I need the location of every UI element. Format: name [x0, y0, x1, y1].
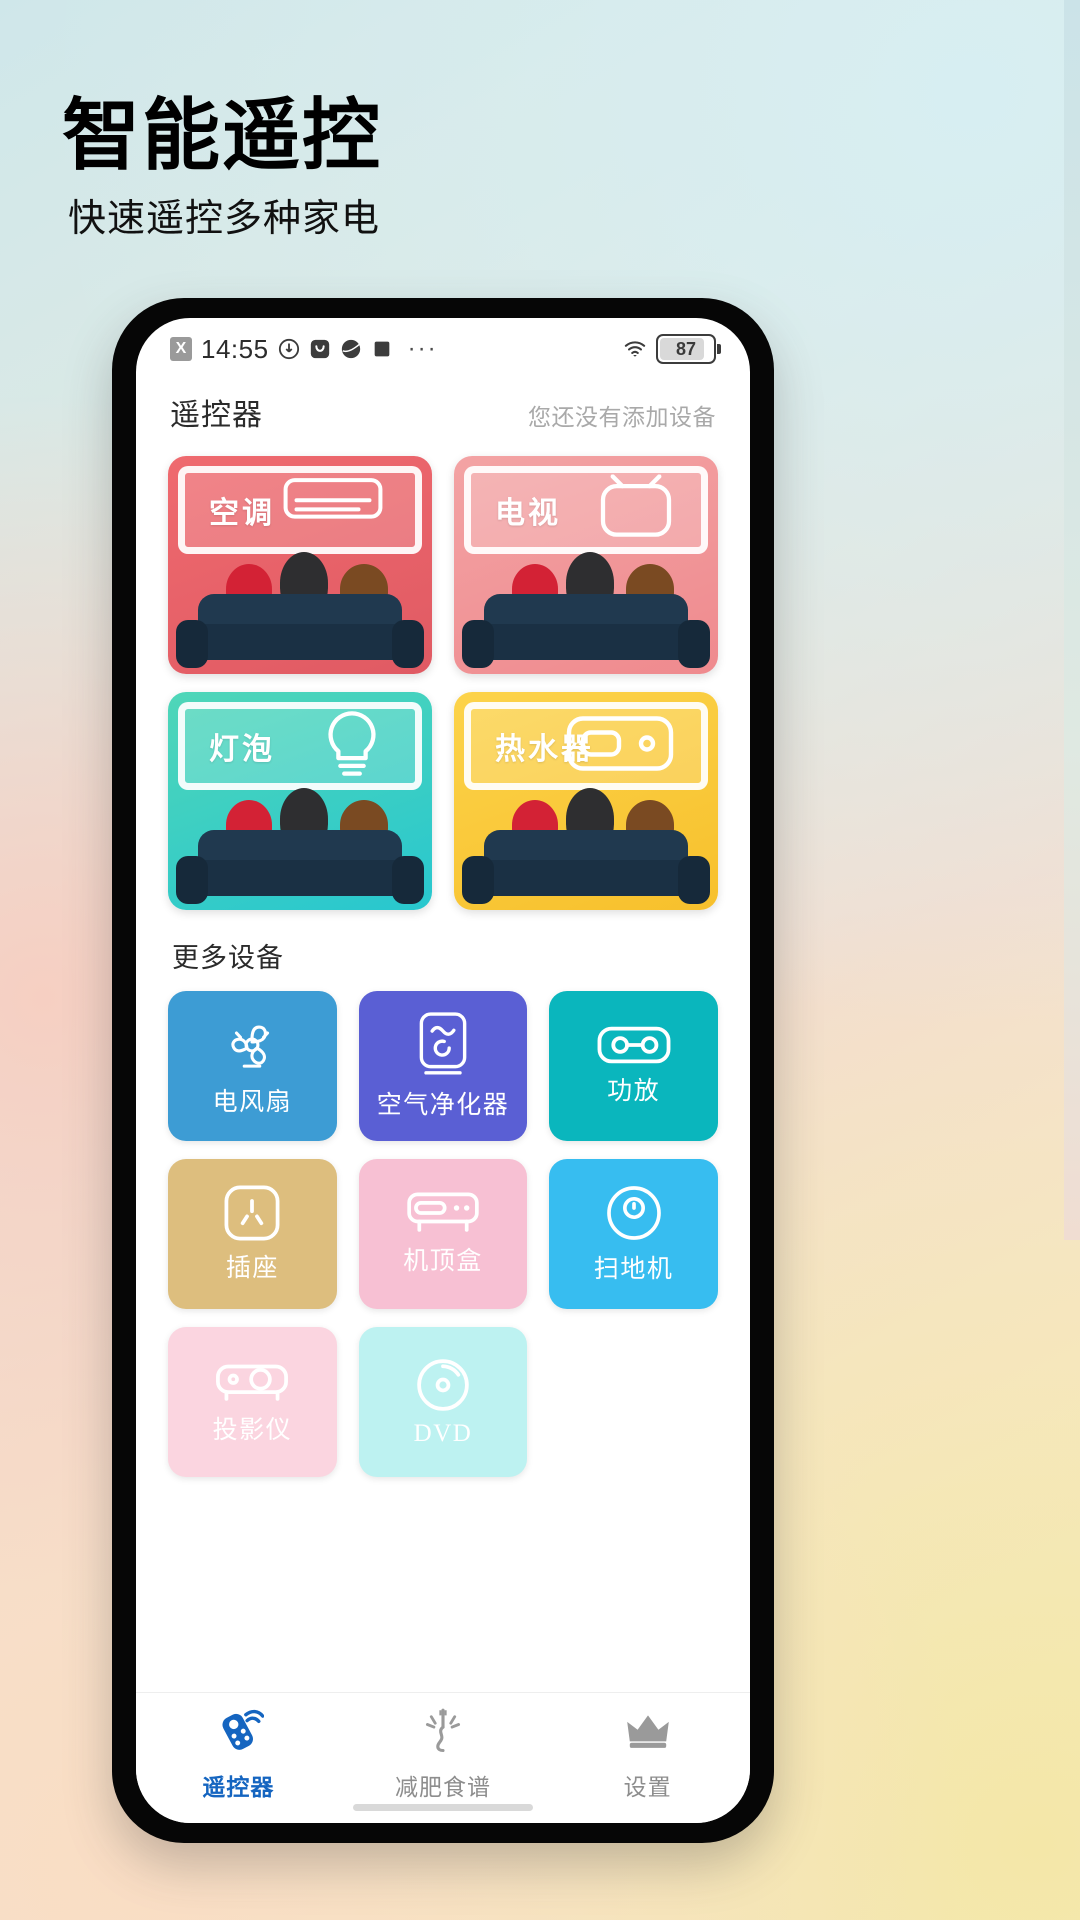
projector-icon	[214, 1358, 290, 1404]
globe-icon	[341, 339, 360, 359]
featured-device-card[interactable]: 热水器	[454, 692, 718, 910]
battery-icon: 87	[656, 334, 721, 364]
device-card-label: DVD	[413, 1420, 473, 1447]
more-devices-title: 更多设备	[172, 943, 284, 973]
sofa-illustration	[462, 788, 710, 906]
phone-mockup: X 14:55 ··· 87 遥控器 您还没有添加设备 空调 电视 灯泡 热水器…	[112, 298, 774, 1843]
tab-label: 遥控器	[202, 1774, 275, 1800]
device-card[interactable]: 电风扇	[168, 991, 337, 1141]
battery-percent: 87	[675, 338, 697, 359]
scroll-content: 空调 电视 灯泡 热水器 更多设备 电风扇 空气净化器 功放 插座 机顶盒 扫地…	[136, 434, 750, 1692]
robot-vacuum-icon	[604, 1183, 664, 1243]
water-heater-icon	[565, 715, 675, 778]
device-card[interactable]: 功放	[549, 991, 718, 1141]
tab-remote-control[interactable]: 遥控器	[136, 1705, 341, 1802]
more-device-grid: 电风扇 空气净化器 功放 插座 机顶盒 扫地机 投影仪 DVD	[168, 991, 718, 1477]
promo-headline: 智能遥控 快速遥控多种家电	[62, 96, 762, 238]
square-icon	[374, 341, 389, 357]
featured-device-card[interactable]: 灯泡	[168, 692, 432, 910]
device-card[interactable]: 空气净化器	[358, 991, 528, 1141]
sim-x-icon: X	[170, 337, 192, 361]
featured-device-label: 空调	[209, 497, 275, 530]
remote-control-icon	[212, 1705, 265, 1762]
home-indicator	[353, 1804, 533, 1811]
power-socket-icon	[223, 1184, 281, 1242]
diet-recipe-icon	[417, 1705, 469, 1762]
crown-settings-icon	[622, 1705, 674, 1762]
air-purifier-icon	[415, 1011, 471, 1079]
status-bar-right: 87	[624, 334, 721, 364]
device-card-label: 扫地机	[593, 1256, 674, 1283]
device-card-label: 空气净化器	[376, 1092, 510, 1119]
device-card[interactable]: 扫地机	[549, 1159, 718, 1309]
status-time: 14:55	[201, 333, 269, 364]
tab-diet-recipe[interactable]: 减肥食谱	[341, 1705, 546, 1802]
device-card[interactable]: DVD	[358, 1327, 528, 1477]
television-icon	[597, 474, 675, 546]
device-card-label: 功放	[607, 1078, 661, 1105]
promo-subtitle: 快速遥控多种家电	[68, 198, 381, 240]
card-screen-frame: 热水器	[464, 702, 708, 790]
device-card-label: 机顶盒	[403, 1248, 483, 1275]
page-title: 遥控器	[170, 399, 263, 432]
card-screen-frame: 空调	[178, 466, 422, 554]
fan-icon	[221, 1014, 283, 1076]
status-bar-left: X 14:55 ···	[170, 334, 624, 365]
device-card-label: 电风扇	[212, 1089, 293, 1116]
device-card-label: 插座	[225, 1255, 279, 1282]
status-bar: X 14:55 ··· 87	[136, 318, 750, 380]
tab-label: 减肥食谱	[395, 1774, 491, 1800]
featured-device-label: 灯泡	[209, 733, 275, 766]
featured-device-card[interactable]: 电视	[454, 456, 718, 674]
device-card[interactable]: 投影仪	[168, 1327, 337, 1477]
device-card[interactable]: 插座	[168, 1159, 337, 1309]
phone-screen: X 14:55 ··· 87 遥控器 您还没有添加设备 空调 电视 灯泡 热水器…	[136, 318, 750, 1823]
clock-arrow-icon	[278, 338, 299, 360]
card-screen-frame: 电视	[464, 466, 708, 554]
device-card[interactable]: 机顶盒	[358, 1159, 528, 1309]
device-card-label: 投影仪	[212, 1417, 293, 1444]
wifi-icon	[624, 341, 646, 357]
light-bulb-icon	[315, 708, 389, 785]
set-top-box-icon	[405, 1191, 481, 1235]
featured-device-grid: 空调 电视 灯泡 热水器	[168, 456, 718, 910]
promo-title: 智能遥控	[62, 91, 383, 179]
dvd-icon	[414, 1356, 472, 1414]
air-conditioner-icon	[277, 477, 389, 544]
tab-label: 设置	[623, 1774, 672, 1800]
card-screen-frame: 灯泡	[178, 702, 422, 790]
amplifier-icon	[596, 1025, 672, 1065]
sofa-illustration	[462, 552, 710, 670]
no-device-hint[interactable]: 您还没有添加设备	[528, 398, 716, 432]
tab-crown-settings[interactable]: 设置	[545, 1705, 750, 1802]
featured-device-label: 电视	[495, 497, 561, 530]
more-dots-icon: ···	[407, 335, 438, 362]
app-header: 遥控器 您还没有添加设备	[136, 380, 750, 434]
featured-device-card[interactable]: 空调	[168, 456, 432, 674]
sofa-illustration	[176, 552, 424, 670]
sofa-illustration	[176, 788, 424, 906]
message-icon	[310, 339, 329, 359]
